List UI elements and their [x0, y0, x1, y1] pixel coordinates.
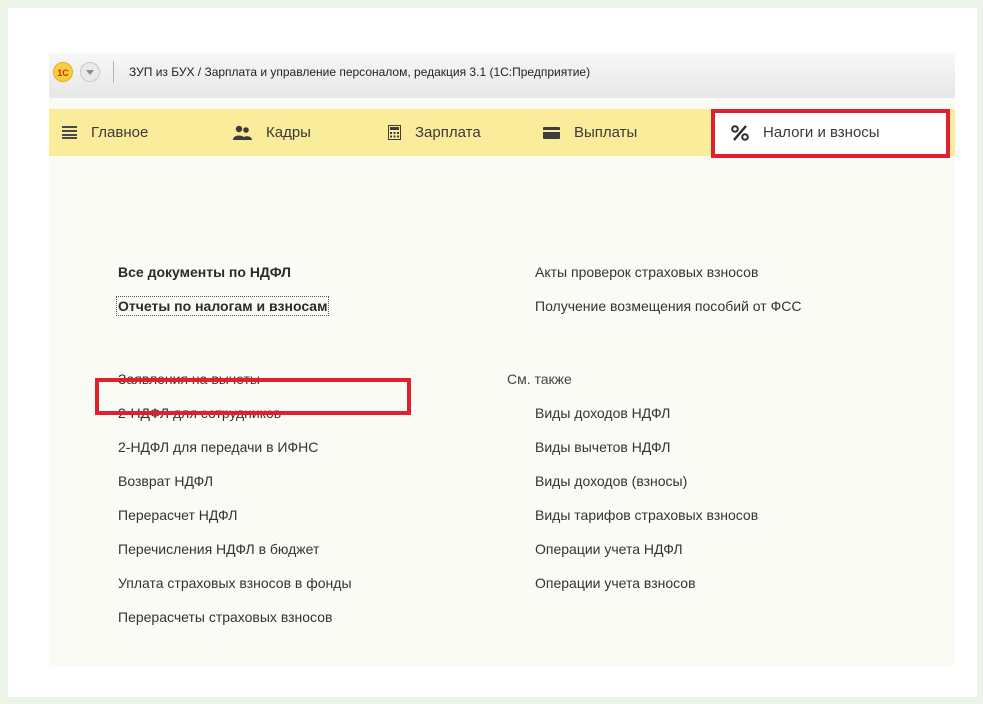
see-also-heading: См. также [507, 371, 572, 387]
highlight-frame-taxes-tab [711, 109, 950, 158]
link-ndfl-recalculation[interactable]: Перерасчет НДФЛ [118, 507, 237, 523]
highlight-frame-2ndfl-ifns [95, 378, 411, 415]
link-contribution-operations[interactable]: Операции учета взносов [535, 575, 696, 591]
1c-logo-icon: 1С [53, 62, 73, 82]
people-icon [233, 125, 252, 140]
link-ndfl-operations[interactable]: Операции учета НДФЛ [535, 541, 683, 557]
link-insurance-recalculations[interactable]: Перерасчеты страховых взносов [118, 609, 332, 625]
link-ndfl-refund[interactable]: Возврат НДФЛ [118, 473, 213, 489]
link-ndfl-deduction-types[interactable]: Виды вычетов НДФЛ [535, 439, 670, 455]
section-label: Зарплата [415, 124, 481, 141]
link-ndfl-income-types[interactable]: Виды доходов НДФЛ [535, 405, 670, 421]
link-ndfl-transfers[interactable]: Перечисления НДФЛ в бюджет [118, 541, 319, 557]
section-salary[interactable]: Зарплата [388, 109, 481, 156]
link-tax-reports[interactable]: Отчеты по налогам и взносам [115, 296, 330, 316]
menu-lines-icon [62, 126, 77, 139]
link-all-ndfl-documents[interactable]: Все документы по НДФЛ [118, 264, 291, 280]
app-window: 1С ЗУП из БУХ / Зарплата и управление пе… [49, 53, 955, 665]
window-title: ЗУП из БУХ / Зарплата и управление персо… [129, 65, 591, 79]
section-hr[interactable]: Кадры [233, 109, 311, 156]
link-insurance-payments[interactable]: Уплата страховых взносов в фонды [118, 575, 352, 591]
link-inspection-acts[interactable]: Акты проверок страховых взносов [535, 264, 758, 280]
wallet-icon [543, 126, 560, 139]
section-payments[interactable]: Выплаты [543, 109, 637, 156]
link-insurance-tariff-types[interactable]: Виды тарифов страховых взносов [535, 507, 758, 523]
link-contribution-income-types[interactable]: Виды доходов (взносы) [535, 473, 687, 489]
link-fss-reimbursement[interactable]: Получение возмещения пособий от ФСС [535, 298, 801, 314]
window-menu-button[interactable] [80, 62, 100, 82]
calculator-icon [388, 125, 401, 140]
title-separator [113, 61, 114, 83]
section-label: Главное [91, 124, 149, 141]
link-2ndfl-ifns[interactable]: 2-НДФЛ для передачи в ИФНС [118, 439, 318, 455]
section-label: Кадры [266, 124, 311, 141]
title-bar: 1С ЗУП из БУХ / Зарплата и управление пе… [49, 53, 955, 98]
section-label: Выплаты [574, 124, 638, 141]
section-main[interactable]: Главное [62, 109, 148, 156]
